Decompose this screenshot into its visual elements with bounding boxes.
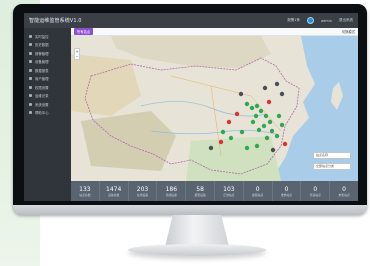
stat-label: 离线设备 bbox=[165, 192, 177, 197]
switch-mode-button[interactable]: 切换模式 bbox=[342, 29, 355, 34]
stat-label: 设备总数 bbox=[108, 192, 120, 197]
sidebar-item-label: 权限设置 bbox=[35, 85, 49, 90]
header-actions: 报警1条 admin 退出系统 bbox=[287, 17, 353, 24]
sidebar-item-alarm[interactable]: 报警管理 bbox=[24, 49, 71, 58]
stat-value: 0 bbox=[255, 185, 260, 193]
sidebar: 实时监控 历史数据 报警管理 设备管理 数据报表 用户管理 权限设置 运维记录 … bbox=[24, 28, 71, 201]
stat-label: 故障站点 bbox=[252, 192, 264, 197]
zoom-control[interactable]: + − bbox=[74, 48, 80, 60]
sidebar-item-label: 用户管理 bbox=[35, 77, 49, 82]
sidebar-item-history[interactable]: 历史数据 bbox=[24, 41, 71, 50]
monitor-icon bbox=[29, 34, 32, 38]
stat-item: 0 未知站点 bbox=[330, 181, 358, 201]
sidebar-item-help[interactable]: 帮助中心 bbox=[24, 109, 71, 118]
history-icon bbox=[29, 43, 32, 47]
stat-item: 133 站点总数 bbox=[71, 181, 100, 201]
stat-item: 103 正常站点 bbox=[215, 181, 244, 201]
stat-item: 203 在线设备 bbox=[129, 181, 158, 201]
stat-value: 0 bbox=[284, 185, 289, 193]
device-icon bbox=[29, 60, 32, 64]
gear-icon bbox=[29, 102, 32, 106]
report-icon bbox=[29, 68, 32, 72]
map-toolbar: 所有站点 切换模式 bbox=[71, 28, 358, 36]
stat-item: 58 报警设备 bbox=[186, 181, 215, 201]
site-search-input[interactable]: 站点名称 bbox=[313, 152, 351, 159]
monitor-scene: 智能运维监管系统V1.0 报警1条 admin 退出系统 实时监控 历史数据 报… bbox=[0, 0, 370, 266]
stat-label: 未知站点 bbox=[338, 192, 350, 197]
zoom-out-icon[interactable]: − bbox=[75, 54, 79, 59]
users-icon bbox=[29, 77, 32, 81]
map-area[interactable]: + − 站点名称 全部站点分类 bbox=[71, 36, 358, 181]
wrench-icon bbox=[29, 94, 32, 98]
stat-item: 1474 设备总数 bbox=[100, 181, 129, 201]
sidebar-item-label: 系统设置 bbox=[35, 102, 49, 107]
sidebar-item-realtime[interactable]: 实时监控 bbox=[24, 32, 71, 41]
stat-item: 186 离线设备 bbox=[157, 181, 187, 201]
stat-item: 0 维修站点 bbox=[273, 181, 302, 201]
sidebar-item-reports[interactable]: 数据报表 bbox=[24, 66, 71, 75]
monitor-stand-neck bbox=[165, 215, 229, 247]
stat-item: 0 故障站点 bbox=[244, 181, 273, 201]
monitor-stand-base bbox=[128, 244, 266, 256]
app-title: 智能运维监管系统V1.0 bbox=[29, 18, 82, 24]
stat-value: 0 bbox=[342, 185, 346, 193]
stat-label: 维修站点 bbox=[280, 192, 293, 197]
site-filter-select[interactable]: 全部站点分类 bbox=[313, 163, 351, 170]
user-avatar-icon[interactable] bbox=[307, 17, 315, 24]
help-icon bbox=[29, 111, 32, 115]
sidebar-item-label: 报警管理 bbox=[35, 51, 49, 56]
stat-value: 58 bbox=[196, 185, 204, 193]
stat-value: 0 bbox=[313, 185, 318, 193]
sidebar-item-maintenance[interactable]: 运维记录 bbox=[24, 92, 71, 101]
stat-label: 停运站点 bbox=[309, 192, 321, 197]
sidebar-item-label: 帮助中心 bbox=[35, 111, 49, 116]
sidebar-item-label: 实时监控 bbox=[35, 34, 49, 39]
alarm-link[interactable]: 报警1条 bbox=[287, 18, 300, 23]
sidebar-item-users[interactable]: 用户管理 bbox=[24, 75, 71, 84]
user-name[interactable]: admin bbox=[321, 19, 332, 23]
logout-button[interactable]: 退出系统 bbox=[339, 18, 353, 23]
sidebar-item-settings[interactable]: 系统设置 bbox=[24, 100, 71, 109]
sidebar-item-permissions[interactable]: 权限设置 bbox=[24, 83, 71, 92]
site-filter-chip[interactable]: 所有站点 bbox=[74, 28, 94, 35]
sidebar-item-label: 数据报表 bbox=[35, 68, 49, 73]
lock-icon bbox=[29, 85, 32, 89]
stat-value: 133 bbox=[79, 185, 91, 193]
stat-label: 正常站点 bbox=[223, 192, 235, 197]
sidebar-item-label: 设备管理 bbox=[35, 60, 49, 65]
monitor-screen: 智能运维监管系统V1.0 报警1条 admin 退出系统 实时监控 历史数据 报… bbox=[24, 13, 358, 201]
stat-label: 报警设备 bbox=[194, 192, 206, 197]
stat-value: 1474 bbox=[106, 185, 122, 193]
map-canvas[interactable] bbox=[71, 36, 358, 181]
sidebar-item-devices[interactable]: 设备管理 bbox=[24, 58, 71, 67]
stat-value: 103 bbox=[223, 185, 235, 193]
sidebar-item-label: 历史数据 bbox=[35, 43, 49, 48]
stats-bar: 133 站点总数 1474 设备总数 203 在线设备 186 离线设备 58 报警设备 … bbox=[71, 181, 358, 201]
monitor-chin bbox=[13, 205, 367, 215]
stat-value: 186 bbox=[165, 185, 178, 193]
app-header: 智能运维监管系统V1.0 报警1条 admin 退出系统 bbox=[24, 13, 358, 28]
bell-icon bbox=[29, 51, 32, 55]
stat-item: 0 停运站点 bbox=[301, 181, 331, 201]
stat-value: 203 bbox=[136, 185, 149, 193]
sidebar-item-label: 运维记录 bbox=[35, 94, 49, 99]
stat-label: 在线设备 bbox=[136, 192, 149, 197]
main-content: 所有站点 切换模式 + − 站点名称 全部站点分类 133 站点总数 1474 … bbox=[71, 28, 358, 201]
stat-label: 站点总数 bbox=[79, 192, 91, 197]
